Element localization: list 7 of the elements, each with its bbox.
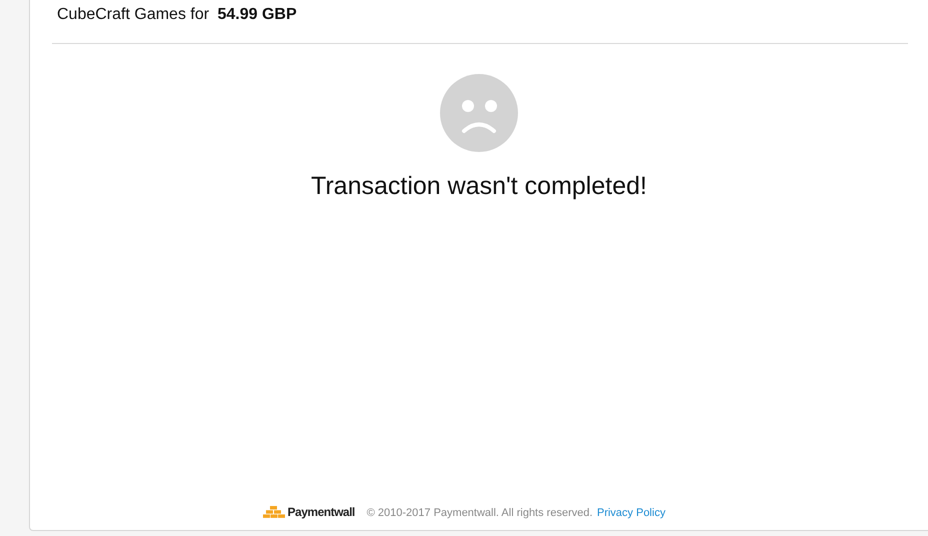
copyright-text: © 2010-2017 Paymentwall. All rights reserved. — [366, 507, 593, 519]
bricks-icon — [262, 506, 285, 518]
logo-text: Paymentwall — [288, 505, 355, 519]
sad-face-icon — [440, 74, 518, 152]
order-summary: CubeCraft Games for 54.99 GBP — [56, 6, 297, 24]
privacy-policy-link[interactable]: Privacy Policy — [596, 507, 666, 519]
status-message: Transaction wasn't completed! — [311, 172, 647, 201]
